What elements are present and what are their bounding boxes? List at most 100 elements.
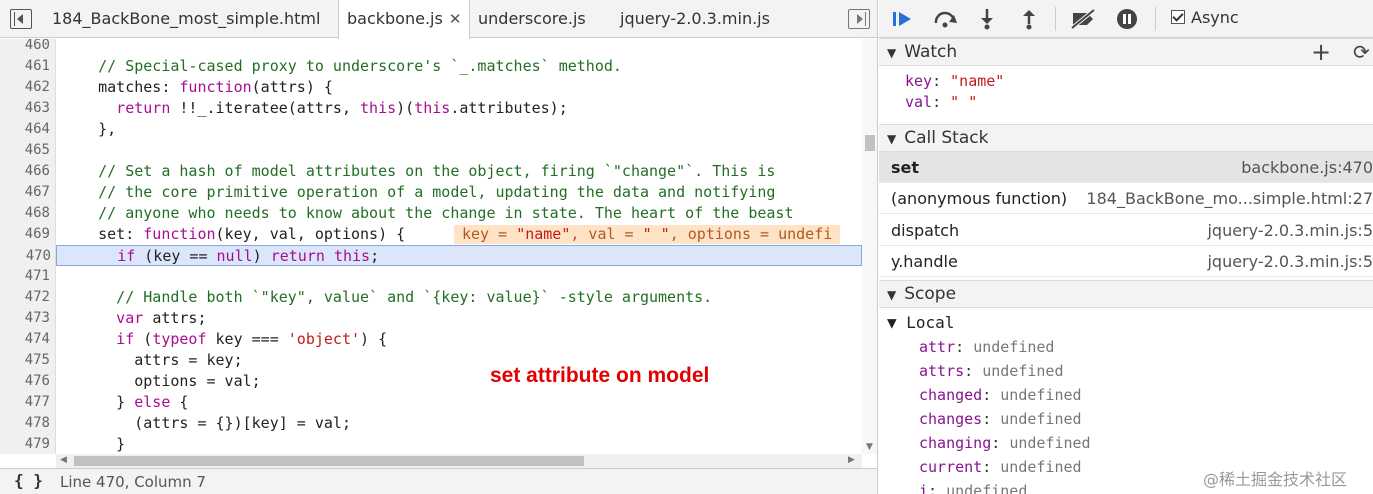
code-token: (key == <box>135 247 217 265</box>
scope-variable-value: undefined <box>1000 458 1082 476</box>
step-into-icon[interactable] <box>973 5 1001 33</box>
code-line[interactable]: 478 (attrs = {})[key] = val; <box>0 413 862 434</box>
scope-variable-name: i <box>919 482 929 494</box>
tab-underscore-js[interactable]: underscore.js <box>478 0 586 38</box>
scope-variable[interactable]: changes: undefined <box>919 407 1082 431</box>
local-scope-header[interactable]: ▼ Local <box>887 313 954 332</box>
call-frame[interactable]: y.handle jquery-2.0.3.min.js:5 <box>879 246 1373 277</box>
expand-triangle-icon[interactable]: ▼ <box>887 282 896 308</box>
watch-entry[interactable]: val: " " <box>905 92 977 113</box>
horizontal-scrollbar[interactable]: ◀ ▶ <box>56 454 862 468</box>
watch-section-header[interactable]: ▼ Watch + ⟳ <box>879 38 1373 66</box>
code-keyword: else <box>134 393 171 411</box>
call-frame[interactable]: dispatch jquery-2.0.3.min.js:5 <box>879 215 1373 246</box>
code-text: } else { <box>62 392 188 413</box>
vertical-scroll-thumb[interactable] <box>865 135 875 151</box>
code-token: } <box>62 435 126 453</box>
code-line[interactable]: 473 var attrs; <box>0 308 862 329</box>
code-line[interactable]: 468 // anyone who needs to know about th… <box>0 203 862 224</box>
expand-triangle-icon[interactable]: ▼ <box>887 126 896 152</box>
scope-variable[interactable]: changed: undefined <box>919 383 1082 407</box>
call-frame[interactable]: (anonymous function) 184_BackBone_mo...si… <box>879 183 1373 214</box>
tab-jquery-js[interactable]: jquery-2.0.3.min.js <box>620 0 770 38</box>
horizontal-scroll-thumb[interactable] <box>74 456 584 466</box>
code-text: if (key == null) return this; <box>63 246 379 267</box>
inline-value-string: "name" <box>516 225 571 243</box>
line-number: 464 <box>24 121 50 137</box>
add-watch-icon[interactable]: + <box>1311 39 1331 65</box>
code-token: ) <box>252 247 271 265</box>
refresh-watch-icon[interactable]: ⟳ <box>1353 39 1370 65</box>
code-text: matches: function(attrs) { <box>62 77 333 98</box>
code-line[interactable]: 471 <box>0 266 862 287</box>
code-line[interactable]: 463 return !!_.iteratee(attrs, this)(thi… <box>0 98 862 119</box>
code-line[interactable]: 477 } else { <box>0 392 862 413</box>
deactivate-breakpoints-icon[interactable] <box>1069 5 1097 33</box>
code-text: return !!_.iteratee(attrs, this)(this.at… <box>62 98 568 119</box>
watch-entry[interactable]: key: "name" <box>905 71 1004 92</box>
code-line[interactable]: 462 matches: function(attrs) { <box>0 77 862 98</box>
code-text: // anyone who needs to know about the ch… <box>62 203 793 224</box>
resume-icon[interactable] <box>889 5 917 33</box>
code-text: // Special-cased proxy to underscore's `… <box>62 56 622 77</box>
code-line[interactable]: 467 // the core primitive operation of a… <box>0 182 862 203</box>
code-line[interactable]: 460 <box>0 39 862 56</box>
scope-variable[interactable]: attrs: undefined <box>919 359 1064 383</box>
code-line[interactable]: 464 }, <box>0 119 862 140</box>
scope-variable-name: attr <box>919 338 956 356</box>
scroll-left-icon[interactable]: ◀ <box>60 455 67 465</box>
expand-triangle-icon[interactable]: ▼ <box>887 40 896 66</box>
tab-184-backbone-html[interactable]: 184_BackBone_most_simple.html <box>52 0 320 38</box>
code-line[interactable]: 476 options = val; <box>0 371 862 392</box>
debugger-sidebar: Async ▼ Watch + ⟳ key: "name" val: " " ▼ C… <box>879 0 1373 494</box>
scroll-right-icon[interactable]: ▶ <box>848 455 855 465</box>
code-text: if (typeof key === 'object') { <box>62 329 387 350</box>
callstack-section-header[interactable]: ▼ Call Stack <box>879 124 1373 152</box>
code-comment: // Handle both `"key", value` and `{key:… <box>62 288 713 306</box>
toggle-debugger-icon[interactable] <box>848 9 870 29</box>
cursor-position: Line 470, Column 7 <box>60 473 206 491</box>
code-area[interactable]: 460 461 // Special-cased proxy to undersc… <box>0 39 862 454</box>
code-line[interactable]: 465 <box>0 140 862 161</box>
scope-variable[interactable]: i: undefined <box>919 479 1027 494</box>
code-line[interactable]: 472 // Handle both `"key", value` and `{… <box>0 287 862 308</box>
tab-backbone-js[interactable]: backbone.js ✕ <box>338 0 471 39</box>
scope-variable-value: undefined <box>982 362 1064 380</box>
current-execution-line[interactable]: 470 if (key == null) return this; <box>26 245 862 267</box>
code-token: options = val; <box>62 372 261 390</box>
toggle-navigator-icon[interactable] <box>10 9 32 29</box>
code-line[interactable]: 461 // Special-cased proxy to underscore… <box>0 56 862 77</box>
scope-variable-value: undefined <box>1000 386 1082 404</box>
code-token: matches: <box>62 78 180 96</box>
step-over-icon[interactable] <box>931 5 959 33</box>
code-line[interactable]: 474 if (typeof key === 'object') { <box>0 329 862 350</box>
code-line[interactable]: 469 set: function(key, val, options) {ke… <box>0 224 862 245</box>
code-text: // Handle both `"key", value` and `{key:… <box>62 287 712 308</box>
line-number: 460 <box>24 39 50 53</box>
code-line[interactable]: 475 attrs = key; <box>0 350 862 371</box>
call-frame[interactable]: set backbone.js:470 <box>879 152 1373 183</box>
pause-on-exceptions-icon[interactable] <box>1113 5 1141 33</box>
pretty-print-icon[interactable]: { } <box>14 471 43 490</box>
code-token: (attrs) { <box>251 78 333 96</box>
checkbox-checked-icon[interactable] <box>1171 10 1185 24</box>
scroll-down-icon[interactable]: ▼ <box>866 442 873 452</box>
code-comment: // Set a hash of model attributes on the… <box>62 162 776 180</box>
inline-variable-values: key = "name", val = " ", options = undef… <box>454 225 841 244</box>
line-number: 461 <box>24 58 50 74</box>
code-keyword: typeof <box>152 330 207 348</box>
code-keyword: function <box>179 78 252 96</box>
scope-variable[interactable]: changing: undefined <box>919 431 1091 455</box>
vertical-scrollbar[interactable]: ▼ <box>862 39 877 454</box>
code-keyword: var <box>62 309 153 327</box>
line-number: 463 <box>24 100 50 116</box>
step-out-icon[interactable] <box>1015 5 1043 33</box>
scope-variable[interactable]: attr: undefined <box>919 335 1054 359</box>
async-checkbox[interactable]: Async <box>1171 8 1239 27</box>
code-line[interactable]: 466 // Set a hash of model attributes on… <box>0 161 862 182</box>
close-tab-icon[interactable]: ✕ <box>449 10 462 28</box>
scope-variable[interactable]: current: undefined <box>919 455 1082 479</box>
scope-section-header[interactable]: ▼ Scope <box>879 280 1373 308</box>
code-line[interactable]: 479 } <box>0 434 862 454</box>
expand-triangle-icon[interactable]: ▼ <box>887 313 906 332</box>
